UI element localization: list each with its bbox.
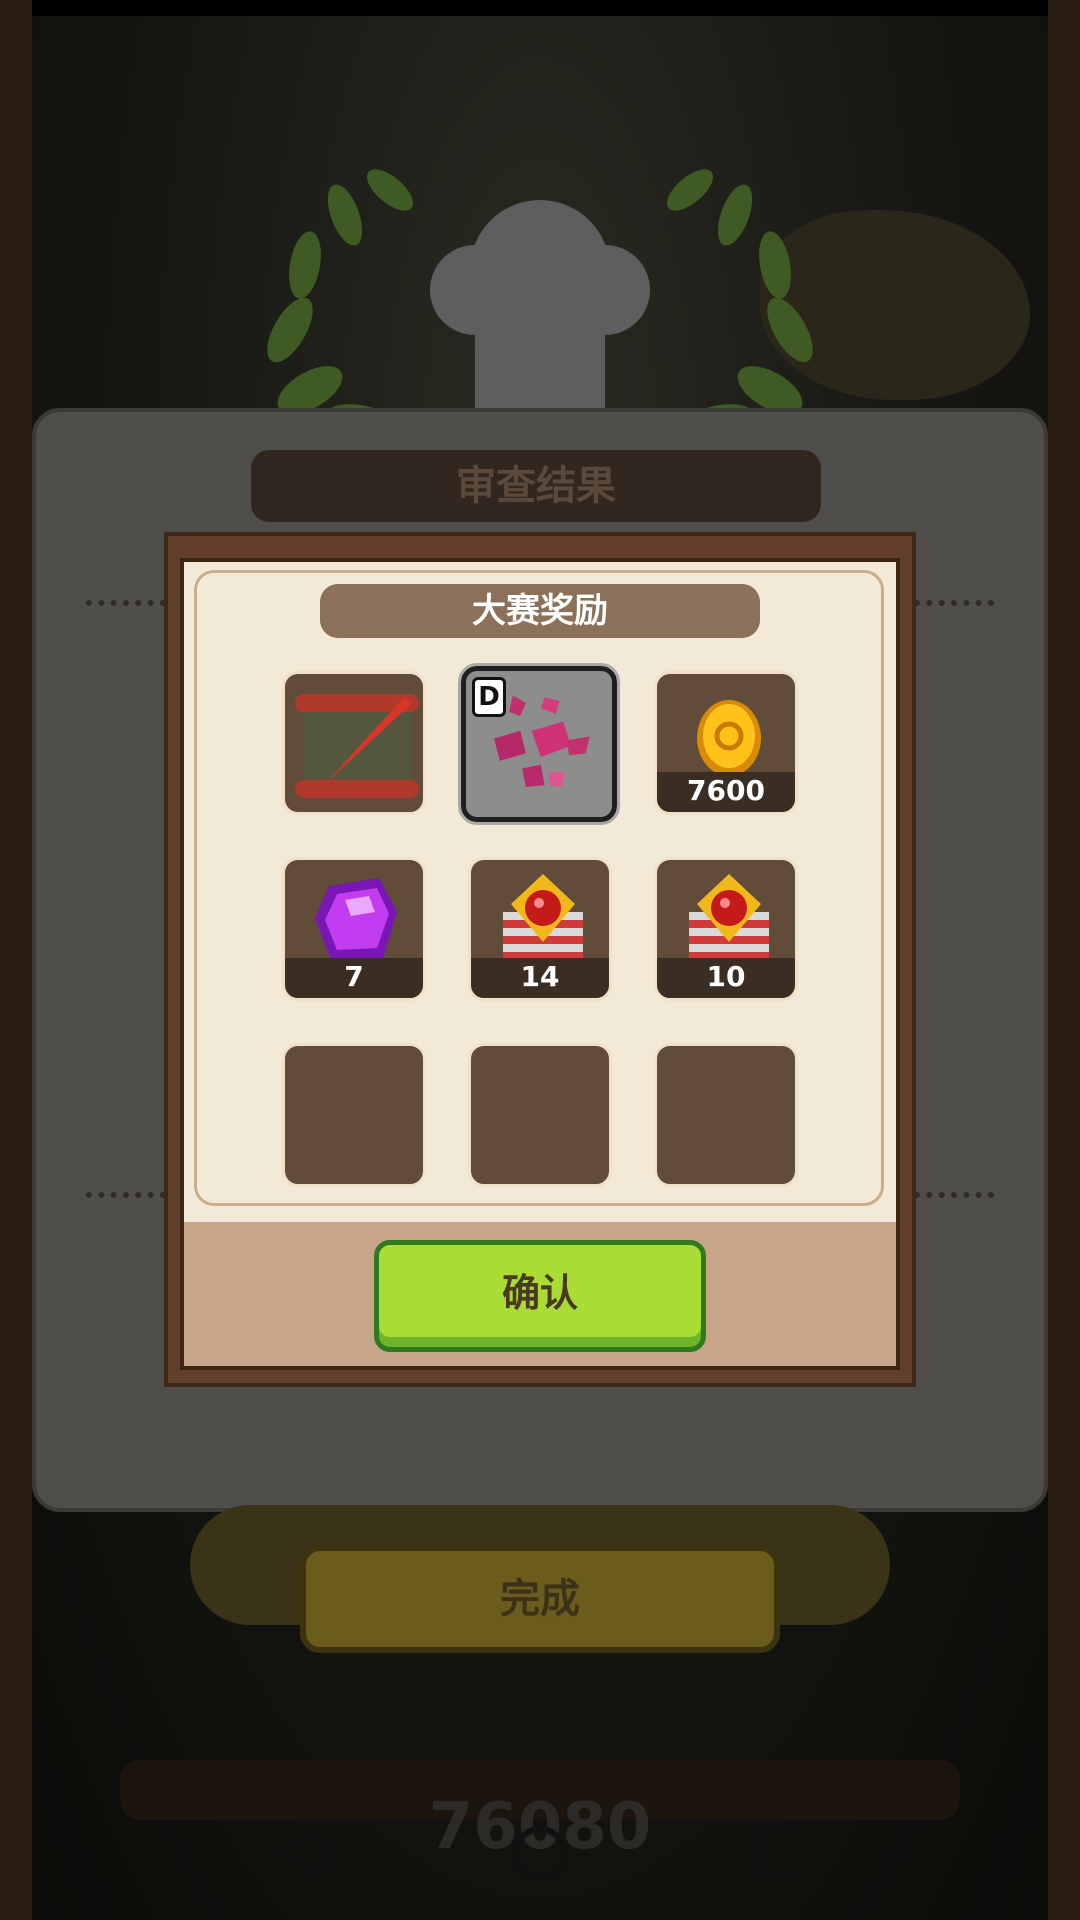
panel-title: 审查结果 bbox=[456, 463, 616, 509]
reward-count: 10 bbox=[657, 958, 795, 998]
reward-count: 7600 bbox=[657, 772, 795, 812]
divider bbox=[86, 1192, 166, 1198]
recents-icon[interactable] bbox=[735, 1808, 825, 1898]
section-title: 大赛奖励 bbox=[472, 591, 608, 631]
reward-slot-empty bbox=[468, 1043, 612, 1187]
back-icon[interactable] bbox=[255, 1808, 345, 1898]
reward-slot-crystal-shards[interactable]: D bbox=[458, 663, 620, 825]
reward-count: 14 bbox=[471, 958, 609, 998]
right-frame bbox=[1048, 0, 1080, 1920]
game-screen: 审查结果 完成 76080 大赛奖励 D 7600 7 14 10 确认 bbox=[0, 0, 1080, 1920]
divider bbox=[86, 600, 166, 606]
reward-slot-empty bbox=[654, 1043, 798, 1187]
done-button[interactable]: 完成 bbox=[300, 1545, 780, 1653]
navigation-bar bbox=[0, 1786, 1080, 1920]
reward-slot-scroll[interactable] bbox=[282, 671, 426, 815]
confirm-button[interactable]: 确认 bbox=[374, 1240, 706, 1352]
reward-slot-gem[interactable]: 7 bbox=[282, 857, 426, 1001]
grade-badge: D bbox=[472, 677, 506, 717]
reward-slot-medal[interactable]: 14 bbox=[468, 857, 612, 1001]
reward-slot-medal[interactable]: 10 bbox=[654, 857, 798, 1001]
status-bar bbox=[0, 0, 1080, 16]
divider bbox=[914, 600, 994, 606]
reward-count: 7 bbox=[285, 958, 423, 998]
divider bbox=[914, 1192, 994, 1198]
home-icon[interactable] bbox=[495, 1808, 585, 1898]
reward-slot-empty bbox=[282, 1043, 426, 1187]
reward-slot-coins[interactable]: 7600 bbox=[654, 671, 798, 815]
left-frame bbox=[0, 0, 32, 1920]
scroll-quill-icon bbox=[295, 694, 419, 798]
